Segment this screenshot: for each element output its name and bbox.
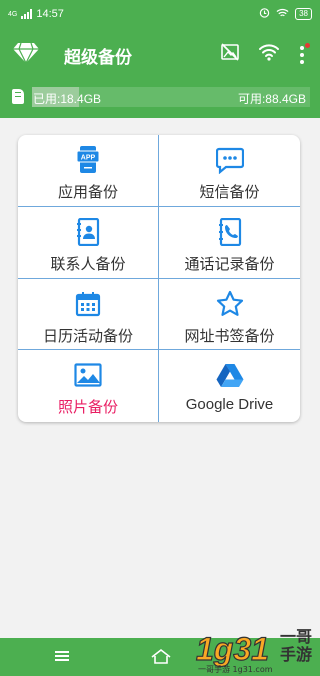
storage-bar: 已用:18.4GB 可用:88.4GB [0, 80, 320, 118]
bookmark-backup-label: 网址书签备份 [184, 327, 275, 345]
app-backup-label: 应用备份 [57, 184, 118, 201]
sd-card-icon [12, 89, 24, 104]
google-drive-label: Google Drive [185, 396, 274, 414]
watermark-logo: 1g31 一哥 手游 一哥手游 1g31.com [194, 624, 314, 674]
battery-icon: 38 [295, 8, 312, 20]
notification-dot [305, 42, 310, 48]
calendar-backup-button[interactable]: 日历活动备份 [18, 278, 159, 351]
watermark-brand: 1g31 [196, 631, 269, 667]
available-storage-label: 可用:88.4GB [237, 92, 306, 106]
used-storage-label: 已用:18.4GB [33, 92, 102, 106]
google-drive-icon [216, 360, 244, 390]
status-time: 14:57 [36, 8, 64, 20]
wifi-icon[interactable] [258, 43, 280, 66]
app-title: 超级备份 [64, 48, 132, 67]
contacts-backup-label: 联系人备份 [50, 255, 126, 273]
backup-menu-card: APP 应用备份 短信备份 联系人备份 通话记录备份 日历活动备份 网址书签备份… [18, 135, 300, 422]
watermark-text-bottom: 手游 [280, 645, 312, 664]
sms-backup-button[interactable]: 短信备份 [159, 135, 300, 207]
call-log-backup-button[interactable]: 通话记录备份 [159, 207, 300, 279]
bookmark-backup-button[interactable]: 网址书签备份 [159, 279, 300, 351]
watermark-url: 一哥手游 1g31.com [198, 664, 273, 674]
recent-apps-button[interactable] [55, 651, 69, 661]
alarm-icon [259, 7, 270, 21]
signal-icon [21, 9, 33, 19]
contacts-icon [76, 217, 100, 247]
calendar-backup-label: 日历活动备份 [42, 327, 133, 345]
sms-backup-label: 短信备份 [199, 184, 260, 201]
call-log-icon [218, 217, 242, 247]
star-icon [216, 289, 244, 319]
diamond-logo-icon [12, 42, 40, 69]
photo-backup-button[interactable]: 照片备份 [18, 350, 159, 422]
photo-backup-label: 照片备份 [57, 399, 118, 417]
wifi-status-icon [276, 8, 289, 21]
contacts-backup-button[interactable]: 联系人备份 [18, 206, 159, 279]
more-options-icon[interactable] [298, 42, 310, 66]
home-button[interactable] [150, 648, 172, 669]
app-backup-button[interactable]: APP 应用备份 [18, 135, 159, 207]
status-bar: 4G 14:57 38 [0, 0, 320, 28]
svg-text:APP: APP [81, 155, 96, 162]
photo-icon [74, 360, 102, 390]
sms-icon [215, 145, 244, 175]
google-drive-button[interactable]: Google Drive [159, 350, 300, 422]
no-image-icon[interactable] [220, 42, 240, 67]
call-log-backup-label: 通话记录备份 [184, 255, 275, 273]
app-icon: APP [76, 145, 100, 175]
network-type: 4G [8, 10, 18, 18]
calendar-icon [75, 289, 101, 319]
app-bar: 超级备份 [0, 28, 320, 80]
watermark-text-top: 一哥 [280, 627, 312, 646]
